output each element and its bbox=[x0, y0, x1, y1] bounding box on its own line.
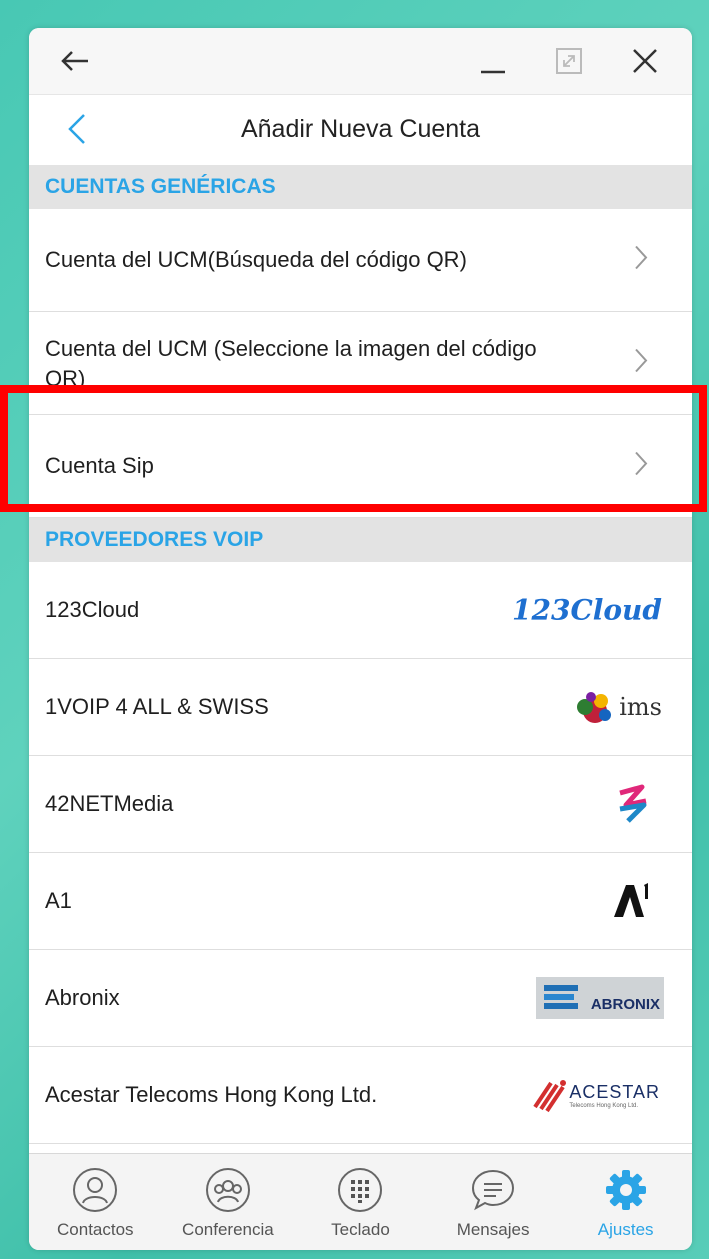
acestar-logo: ACESTAR Telecoms Hong Kong Ltd. bbox=[531, 1077, 660, 1113]
row-label: Cuenta del UCM(Búsqueda del código QR) bbox=[45, 247, 467, 272]
provider-row-123cloud[interactable]: 123Cloud 123Cloud bbox=[29, 562, 692, 659]
chevron-right-icon bbox=[634, 451, 648, 482]
group-icon bbox=[205, 1168, 250, 1212]
close-icon[interactable] bbox=[623, 28, 667, 94]
gear-icon bbox=[605, 1170, 646, 1210]
minimize-icon[interactable] bbox=[473, 28, 513, 94]
account-row-sip[interactable]: Cuenta Sip bbox=[29, 415, 692, 518]
tab-teclado[interactable]: Teclado bbox=[294, 1154, 427, 1250]
tab-label: Mensajes bbox=[456, 1220, 530, 1239]
tab-label: Teclado bbox=[331, 1220, 390, 1239]
message-icon bbox=[472, 1169, 515, 1211]
row-label: 1VOIP 4 ALL & SWISS bbox=[45, 694, 269, 719]
abronix-logo: ABRONIX bbox=[536, 977, 664, 1019]
account-row-ucm-qr-image[interactable]: Cuenta del UCM (Seleccione la imagen del… bbox=[29, 312, 692, 415]
bottom-tab-bar: Contactos Conferencia Teclado Mensajes A… bbox=[29, 1153, 692, 1250]
row-label: Cuenta del UCM (Seleccione la imagen del… bbox=[45, 336, 537, 391]
person-icon bbox=[73, 1168, 118, 1212]
provider-row-42netmedia[interactable]: 42NETMedia bbox=[29, 756, 692, 853]
tab-label: Ajustes bbox=[597, 1220, 654, 1239]
section-header-generic: CUENTAS GENÉRICAS bbox=[29, 165, 692, 209]
app-window: Añadir Nueva Cuenta CUENTAS GENÉRICAS Cu… bbox=[29, 28, 692, 1250]
page-header: Añadir Nueva Cuenta bbox=[29, 95, 692, 165]
123cloud-logo: 123Cloud bbox=[512, 593, 662, 627]
tab-label: Conferencia bbox=[182, 1220, 274, 1239]
tab-label: Contactos bbox=[57, 1220, 134, 1239]
provider-row-1voip[interactable]: 1VOIP 4 ALL & SWISS ims bbox=[29, 659, 692, 756]
arrow-left-icon[interactable] bbox=[55, 28, 95, 94]
tab-contactos[interactable]: Contactos bbox=[29, 1154, 162, 1250]
tab-mensajes[interactable]: Mensajes bbox=[427, 1154, 560, 1250]
row-label: Abronix bbox=[45, 985, 120, 1010]
ims-logo: ims bbox=[573, 687, 662, 727]
section-header-providers: PROVEEDORES VOIP bbox=[29, 518, 692, 562]
42netmedia-logo bbox=[616, 783, 650, 825]
row-label: A1 bbox=[45, 888, 72, 913]
provider-row-acestar[interactable]: Acestar Telecoms Hong Kong Ltd. ACESTAR … bbox=[29, 1047, 692, 1144]
keypad-icon bbox=[338, 1168, 383, 1212]
row-label: Cuenta Sip bbox=[45, 453, 154, 478]
page-title: Añadir Nueva Cuenta bbox=[240, 115, 481, 143]
chevron-right-icon bbox=[634, 245, 648, 276]
tab-ajustes[interactable]: Ajustes bbox=[559, 1154, 692, 1250]
row-label: Acestar Telecoms Hong Kong Ltd. bbox=[45, 1082, 378, 1107]
tab-conferencia[interactable]: Conferencia bbox=[162, 1154, 295, 1250]
window-titlebar bbox=[29, 28, 692, 95]
maximize-icon[interactable] bbox=[547, 28, 591, 94]
provider-row-a1[interactable]: A1 bbox=[29, 853, 692, 950]
row-label: 42NETMedia bbox=[45, 791, 174, 816]
account-row-ucm-qr-search[interactable]: Cuenta del UCM(Búsqueda del código QR) bbox=[29, 209, 692, 312]
chevron-right-icon bbox=[634, 348, 648, 379]
provider-row-abronix[interactable]: Abronix ABRONIX bbox=[29, 950, 692, 1047]
a1-logo bbox=[612, 881, 652, 921]
row-label: 123Cloud bbox=[45, 597, 140, 622]
